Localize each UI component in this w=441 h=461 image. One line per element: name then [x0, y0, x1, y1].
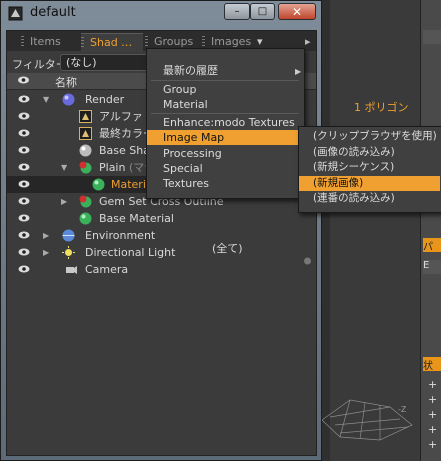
side-panel-header — [423, 30, 441, 44]
column-name-header[interactable]: 名称 — [55, 74, 77, 90]
eye-icon[interactable] — [18, 265, 30, 273]
poly-count-label: 1 ポリゴン — [354, 101, 409, 114]
submenu-item-clip-browser[interactable]: (クリップブラウザを使用) — [299, 129, 440, 144]
side-panel-tab-1[interactable]: パ — [423, 238, 441, 252]
add-button-5[interactable]: + — [428, 438, 437, 451]
grip-icon — [145, 36, 148, 46]
collapsed-arrow-icon[interactable]: ▶ — [61, 193, 67, 210]
eye-icon[interactable] — [18, 95, 30, 103]
collapsed-arrow-icon[interactable]: ▶ — [43, 244, 49, 261]
eye-icon[interactable] — [18, 197, 30, 205]
tab-items[interactable]: Items — [21, 33, 77, 51]
tree-label: Render — [85, 93, 125, 106]
tab-images-label: Images — [211, 35, 252, 48]
add-button-1[interactable]: + — [428, 378, 437, 391]
title-bar[interactable]: default – □ ✕ — [1, 1, 321, 27]
tree-row-base-material[interactable]: Base Material — [7, 210, 303, 227]
submenu-item-new-image[interactable]: (新規画像) — [299, 176, 440, 191]
submenu-item-load-image[interactable]: (画像の読み込み) — [299, 145, 440, 160]
submenu-item-load-sequence[interactable]: (連番の読み込み) — [299, 191, 440, 206]
tree-label: Directional Light — [85, 246, 176, 259]
tree-label-main: Plain — [99, 161, 126, 174]
eye-icon[interactable] — [18, 248, 30, 256]
menu-item-special[interactable]: Special — [147, 161, 302, 176]
material-mask-icon — [79, 161, 92, 174]
menu-item-recent[interactable]: 最新の履歴 — [147, 63, 302, 78]
eye-icon[interactable] — [18, 163, 30, 171]
menu-item-group[interactable]: Group — [147, 82, 302, 97]
tab-shading[interactable]: Shad … — [81, 33, 143, 52]
viewport-3d[interactable] — [330, 0, 420, 461]
tab-groups-label: Groups — [154, 35, 194, 48]
context-menu: 最新の履歴 ▶ Group Material Enhance:modo Text… — [146, 48, 305, 199]
light-icon — [62, 246, 75, 259]
axis-label: -Z — [398, 405, 407, 414]
collapsed-arrow-icon[interactable]: ▶ — [43, 227, 49, 244]
menu-separator — [151, 80, 299, 81]
submenu-arrow-icon: ▶ — [295, 67, 302, 76]
menu-item-processing[interactable]: Processing — [147, 146, 302, 161]
grip-icon — [202, 36, 205, 46]
render-sphere-icon — [62, 93, 75, 106]
eye-icon[interactable] — [18, 214, 30, 222]
add-button-4[interactable]: + — [428, 423, 437, 436]
camera-icon — [66, 266, 77, 274]
tree-row-directional-light[interactable]: ▶ Directional Light — [7, 244, 303, 261]
expand-arrow-icon[interactable]: ▼ — [61, 159, 67, 176]
modo-app-icon — [8, 6, 23, 21]
close-button[interactable]: ✕ — [278, 3, 316, 20]
menu-item-image-map[interactable]: Image Map — [147, 130, 302, 145]
render-output-icon — [79, 110, 92, 123]
window-title: default — [30, 5, 76, 20]
filter-dropdown[interactable]: (なし) — [60, 54, 158, 71]
eye-icon[interactable] — [18, 231, 30, 239]
tab-scroll-right-icon[interactable]: ▸ — [305, 33, 311, 51]
menu-item-material[interactable]: Material — [147, 97, 302, 112]
tab-items-label: Items — [30, 35, 61, 48]
expand-arrow-icon[interactable]: ▼ — [43, 91, 49, 108]
side-panel — [420, 0, 441, 461]
environment-globe-icon — [62, 229, 75, 242]
side-panel-tab-3[interactable]: 状 — [423, 357, 441, 371]
add-button-3[interactable]: + — [428, 408, 437, 421]
grip-icon — [21, 36, 24, 46]
minimize-button[interactable]: – — [224, 3, 250, 20]
scroll-handle-icon[interactable] — [303, 256, 312, 266]
eye-icon[interactable] — [18, 180, 30, 188]
material-mask-icon — [79, 195, 92, 208]
wireframe-mesh-icon — [321, 399, 413, 441]
render-output-icon — [79, 127, 92, 140]
tree-label: Base Material — [99, 212, 174, 225]
image-map-submenu: (クリップブラウザを使用) (画像の読み込み) (新規シーケンス) (新規画像)… — [298, 126, 441, 213]
tree-label: Environment — [85, 229, 156, 242]
side-panel-tab-2[interactable]: E — [423, 260, 441, 274]
eye-icon[interactable] — [18, 129, 30, 137]
add-button-2[interactable]: + — [428, 393, 437, 406]
maximize-button[interactable]: □ — [250, 3, 275, 20]
tree-label: Camera — [85, 263, 129, 276]
material-ball-icon — [79, 212, 92, 225]
submenu-item-new-sequence[interactable]: (新規シーケンス) — [299, 160, 440, 175]
menu-item-textures[interactable]: Textures — [147, 176, 302, 191]
eye-icon[interactable] — [17, 74, 30, 86]
menu-item-enhance-textures[interactable]: Enhance:modo Textures — [147, 115, 302, 130]
material-ball-icon — [92, 178, 105, 191]
eye-icon[interactable] — [18, 112, 30, 120]
eye-icon[interactable] — [18, 146, 30, 154]
menu-separator — [151, 113, 299, 114]
grip-icon — [81, 37, 84, 47]
tree-row-environment[interactable]: ▶ Environment — [7, 227, 303, 244]
tab-shading-label: Shad … — [90, 36, 133, 49]
shader-ball-icon — [79, 144, 92, 157]
tree-row-camera[interactable]: Camera — [7, 261, 303, 278]
